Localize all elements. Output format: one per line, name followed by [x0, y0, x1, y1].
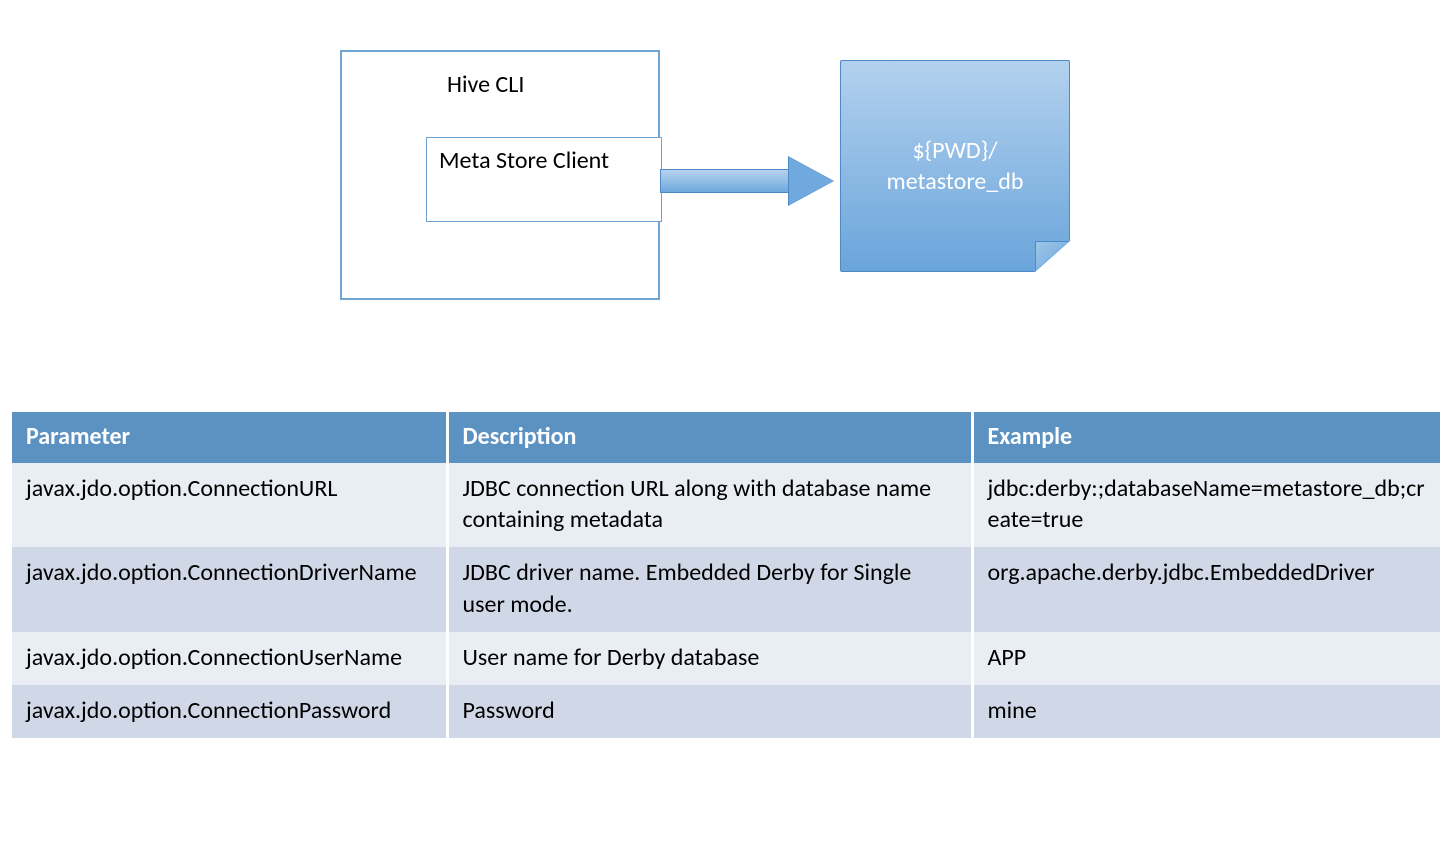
hive-cli-box: Hive CLI Meta Store Client: [340, 50, 660, 300]
cell-desc: Password: [447, 685, 972, 738]
architecture-diagram: Hive CLI Meta Store Client ${PWD}/ metas…: [340, 50, 1120, 310]
table-row: javax.jdo.option.ConnectionPassword Pass…: [12, 685, 1440, 738]
header-example: Example: [972, 412, 1440, 463]
db-path-line1: ${PWD}/: [841, 135, 1069, 166]
header-description: Description: [447, 412, 972, 463]
hive-cli-title: Hive CLI: [447, 70, 524, 99]
cell-param: javax.jdo.option.ConnectionDriverName: [12, 547, 447, 631]
cell-example: APP: [972, 632, 1440, 685]
header-parameter: Parameter: [12, 412, 447, 463]
metastore-client-box: Meta Store Client: [426, 137, 662, 222]
cell-example: org.apache.derby.jdbc.EmbeddedDriver: [972, 547, 1440, 631]
cell-param: javax.jdo.option.ConnectionUserName: [12, 632, 447, 685]
cell-desc: User name for Derby database: [447, 632, 972, 685]
cell-param: javax.jdo.option.ConnectionURL: [12, 463, 447, 547]
cell-example: mine: [972, 685, 1440, 738]
parameters-table: Parameter Description Example javax.jdo.…: [12, 412, 1440, 738]
metastore-client-label: Meta Store Client: [439, 146, 609, 175]
cell-desc: JDBC connection URL along with database …: [447, 463, 972, 547]
table-row: javax.jdo.option.ConnectionUserName User…: [12, 632, 1440, 685]
cell-desc: JDBC driver name. Embedded Derby for Sin…: [447, 547, 972, 631]
cell-example: jdbc:derby:;databaseName=metastore_db;cr…: [972, 463, 1440, 547]
db-path-line2: metastore_db: [841, 166, 1069, 197]
table-row: javax.jdo.option.ConnectionURL JDBC conn…: [12, 463, 1440, 547]
table-header-row: Parameter Description Example: [12, 412, 1440, 463]
metastore-db-node: ${PWD}/ metastore_db: [840, 60, 1070, 272]
cell-param: javax.jdo.option.ConnectionPassword: [12, 685, 447, 738]
arrow-icon: [660, 160, 835, 202]
table-row: javax.jdo.option.ConnectionDriverName JD…: [12, 547, 1440, 631]
